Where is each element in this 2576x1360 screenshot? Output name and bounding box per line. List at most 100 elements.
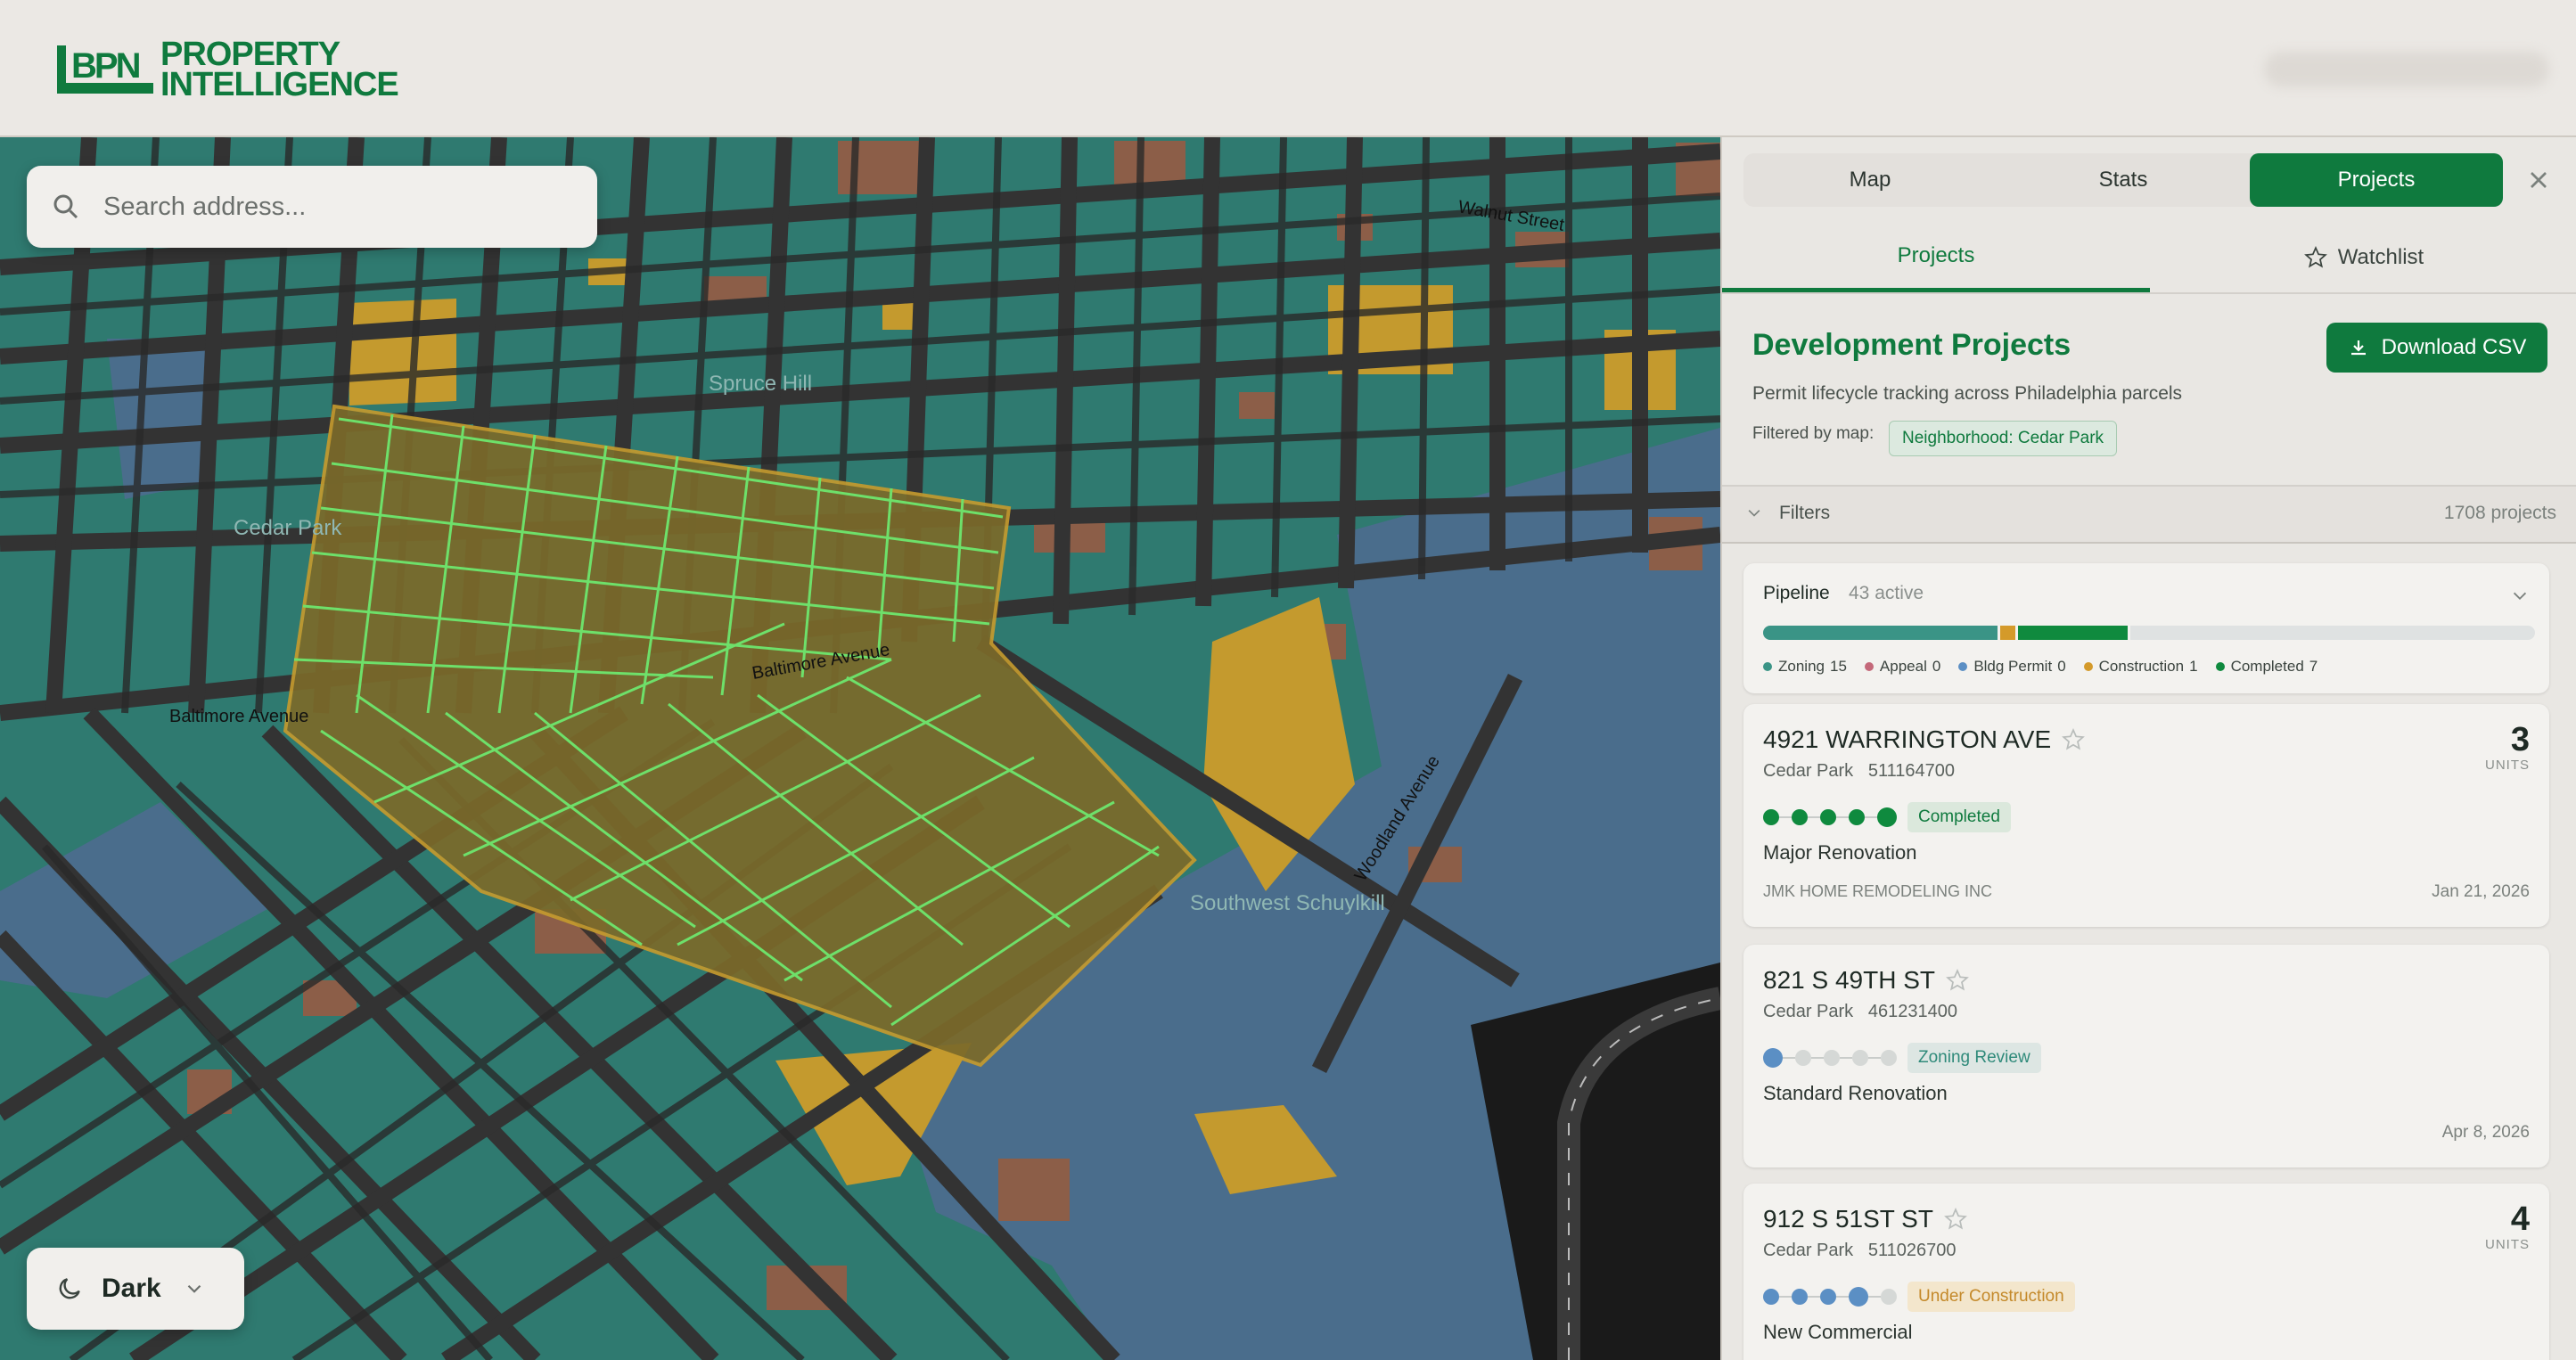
step-connector [1779, 1296, 1792, 1298]
project-neighborhood: Cedar Park [1763, 1241, 1854, 1260]
side-panel: Map Stats Projects Projects Watchlist De… [1720, 137, 2576, 1360]
subtab-watchlist[interactable]: Watchlist [2150, 223, 2576, 292]
theme-toggle[interactable]: Dark [27, 1248, 244, 1330]
legend-item: Bldg Permit 0 [1958, 658, 2066, 676]
user-profile-area[interactable] [2264, 52, 2549, 87]
chevron-down-icon [187, 1284, 201, 1293]
project-parcel-id: 461231400 [1867, 1002, 1957, 1021]
pipeline-segment-construction [1999, 626, 2019, 640]
map-layer[interactable]: Walnut Street Spruce Hill Cedar Park Bal… [0, 137, 1720, 1360]
pipeline-segment-completed [2018, 626, 2130, 640]
legend-label: Appeal [1879, 658, 1927, 675]
legend-item: Zoning 15 [1763, 658, 1847, 676]
moon-icon [59, 1278, 80, 1299]
legend-count: 7 [2309, 658, 2318, 675]
step-connector [1840, 1057, 1852, 1059]
neighborhood-label: Cedar Park [234, 516, 342, 540]
tab-projects[interactable]: Projects [2250, 153, 2503, 207]
progress-step [1849, 1287, 1868, 1307]
step-connector [1808, 816, 1820, 818]
page-subtitle: Permit lifecycle tracking across Philade… [1752, 383, 2183, 404]
project-neighborhood: Cedar Park [1763, 761, 1854, 781]
address-search-box[interactable] [27, 166, 597, 248]
project-date: Jan 21, 2026 [2432, 882, 2530, 901]
download-csv-button[interactable]: Download CSV [2326, 323, 2547, 373]
brand-line-2: INTELLIGENCE [160, 66, 399, 103]
legend-item: Construction 1 [2083, 658, 2198, 676]
filtered-by-label: Filtered by map: [1752, 424, 1875, 443]
project-card[interactable]: 912 S 51ST ST Cedar Park 511026700 4 UNITS U… [1743, 1184, 2549, 1360]
project-address: 821 S 49TH ST [1763, 966, 1935, 994]
legend-dot [1763, 662, 1772, 671]
neighborhood-label: Spruce Hill [709, 372, 812, 396]
legend-label: Zoning [1778, 658, 1825, 675]
pipeline-active-count: 43 active [1849, 583, 1924, 603]
project-card[interactable]: 821 S 49TH ST Cedar Park 461231400 Zoning … [1743, 945, 2549, 1167]
project-contractor: JMK HOME REMODELING INC [1763, 882, 1993, 900]
progress-step [1820, 1289, 1836, 1305]
subtab-watchlist-label: Watchlist [2337, 245, 2424, 269]
legend-dot [2215, 662, 2225, 671]
app-header: BPN PROPERTY INTELLIGENCE [0, 0, 2576, 137]
pipeline-card[interactable]: Pipeline 43 active Zoning 15 Appeal 0 Bldg P… [1743, 563, 2549, 693]
progress-step [1820, 809, 1836, 825]
filters-bar[interactable]: Filters 1708 projects [1722, 485, 2576, 544]
page-title: Development Projects [1752, 328, 2071, 362]
chevron-down-icon [1748, 510, 1760, 517]
tab-stats[interactable]: Stats [1997, 153, 2250, 207]
star-icon[interactable] [1944, 1208, 1967, 1231]
filter-chip-neighborhood[interactable]: Neighborhood: Cedar Park [1889, 421, 2118, 456]
subtab-projects[interactable]: Projects [1722, 223, 2150, 292]
step-connector [1836, 1296, 1849, 1298]
search-icon [53, 194, 78, 219]
progress-step [1763, 1289, 1779, 1305]
star-icon [2303, 246, 2327, 268]
units-count: 3 [2510, 721, 2530, 758]
progress-step [1852, 1050, 1868, 1066]
download-csv-label: Download CSV [2381, 335, 2527, 359]
legend-label: Construction [2098, 658, 2185, 675]
project-type: Major Renovation [1763, 841, 1917, 864]
star-icon[interactable] [1946, 969, 1969, 992]
step-connector [1783, 1057, 1795, 1059]
progress-step [1792, 1289, 1808, 1305]
project-address-row: 912 S 51ST ST [1763, 1205, 1967, 1233]
close-icon[interactable] [2524, 166, 2553, 194]
search-input[interactable] [102, 191, 569, 223]
project-meta: Cedar Park 511026700 [1763, 1241, 1956, 1261]
legend-dot [1958, 662, 1968, 671]
legend-label: Completed [2230, 658, 2304, 675]
project-card[interactable]: 4921 WARRINGTON AVE Cedar Park 511164700 3… [1743, 704, 2549, 927]
pipeline-segment-zoning [1763, 626, 2000, 640]
panel-tab-group: Map Stats Projects [1743, 153, 2503, 207]
project-units: 3 UNITS [2485, 722, 2530, 773]
legend-item: Completed 7 [2215, 658, 2318, 676]
legend-count: 0 [2057, 658, 2066, 675]
project-address: 912 S 51ST ST [1763, 1205, 1933, 1233]
progress-step [1824, 1050, 1840, 1066]
step-connector [1865, 816, 1877, 818]
theme-label: Dark [102, 1274, 161, 1303]
tab-map[interactable]: Map [1743, 153, 1997, 207]
brand-logo[interactable]: BPN PROPERTY INTELLIGENCE [55, 37, 399, 103]
chevron-down-icon[interactable] [2510, 586, 2530, 606]
legend-count: 15 [1829, 658, 1847, 675]
project-address: 4921 WARRINGTON AVE [1763, 725, 2052, 753]
progress-step [1763, 809, 1779, 825]
map-canvas[interactable]: Walnut Street Spruce Hill Cedar Park Bal… [0, 137, 1720, 1360]
status-badge: Completed [1907, 802, 2011, 832]
progress-step [1881, 1289, 1897, 1305]
progress-step [1881, 1050, 1897, 1066]
neighborhood-label: Southwest Schuylkill [1190, 891, 1385, 915]
status-badge: Under Construction [1907, 1282, 2075, 1312]
project-meta: Cedar Park 511164700 [1763, 761, 1955, 782]
step-connector [1868, 1057, 1881, 1059]
project-address-row: 821 S 49TH ST [1763, 966, 1969, 995]
street-label: Baltimore Avenue [169, 707, 308, 726]
project-count: 1708 projects [2443, 503, 2556, 523]
project-date: Apr 8, 2026 [2441, 1123, 2530, 1142]
progress-steps: Zoning Review [1763, 1043, 2041, 1073]
legend-count: 0 [1932, 658, 1941, 675]
progress-step [1763, 1048, 1783, 1068]
star-icon[interactable] [2062, 728, 2086, 751]
